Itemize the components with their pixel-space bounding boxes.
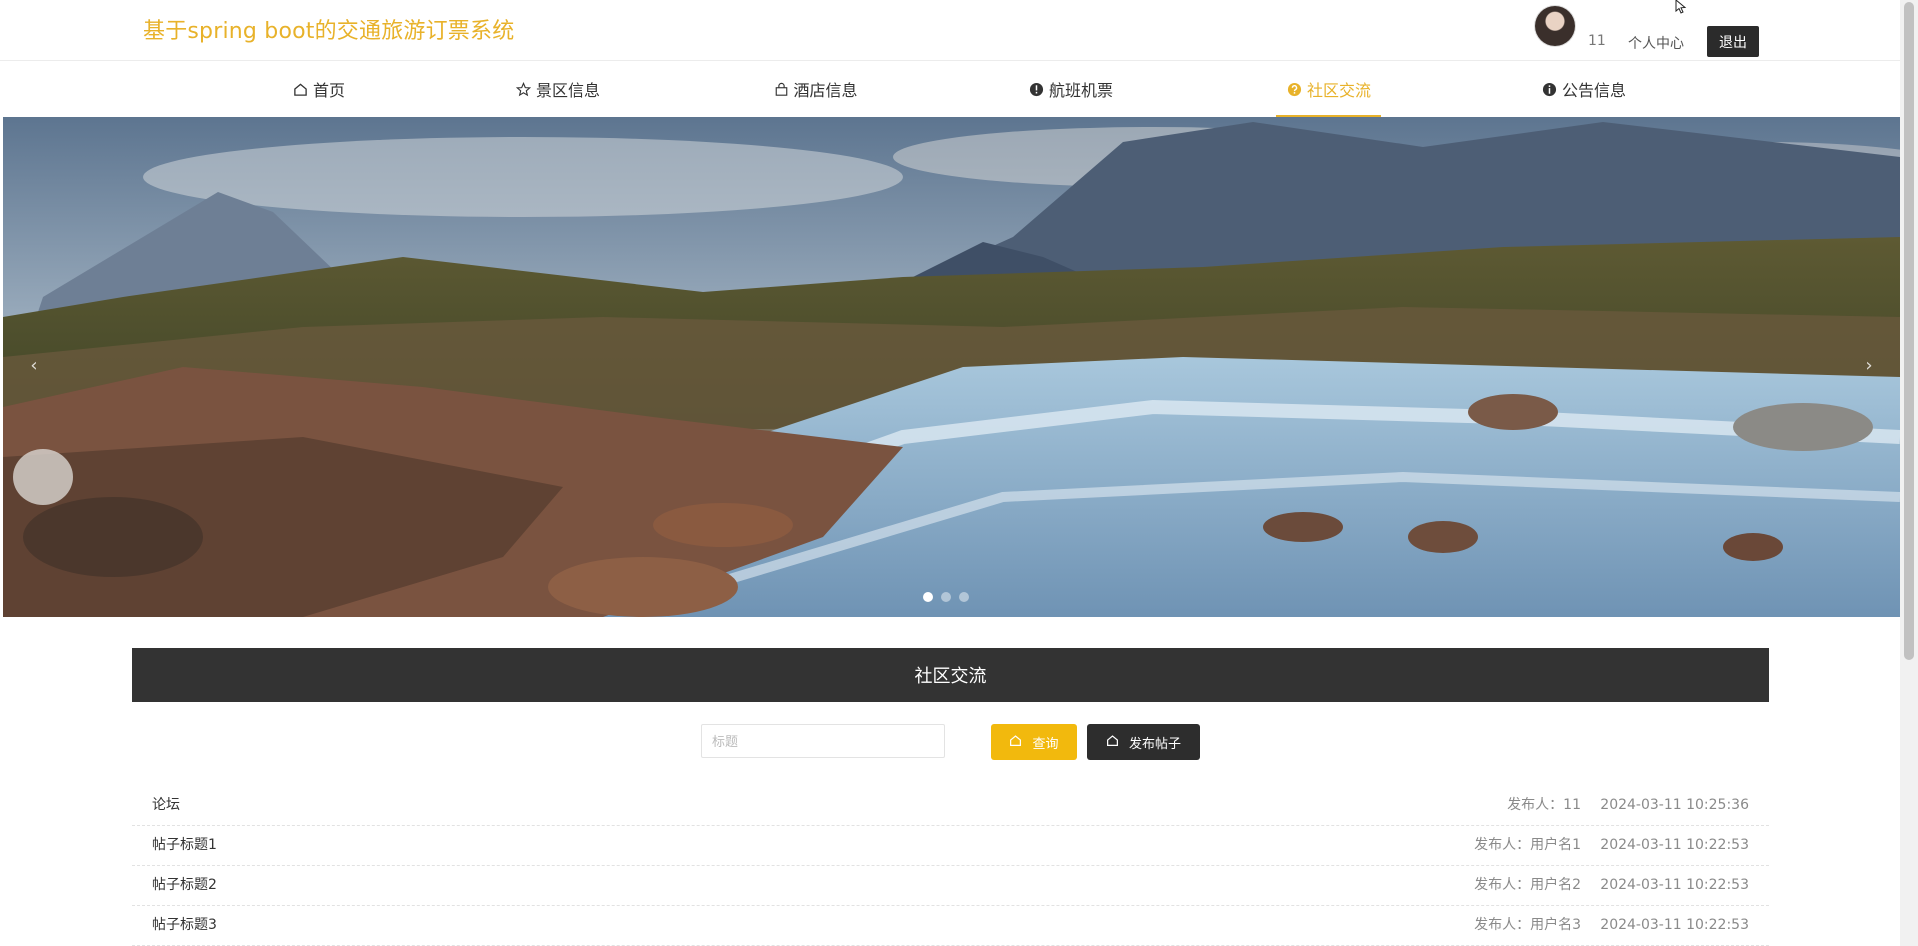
post-row[interactable]: 论坛 发布人：11 2024-03-11 10:25:36: [132, 786, 1769, 826]
nav-item-notice[interactable]: 公告信息: [1542, 61, 1626, 117]
home-icon: [1106, 734, 1119, 750]
home-icon: [293, 82, 308, 97]
nav-item-label: 公告信息: [1561, 81, 1627, 100]
banner-carousel[interactable]: ‹ ›: [3, 117, 1900, 617]
nav-item-label: 酒店信息: [793, 81, 858, 100]
post-author: 发布人：用户名2: [1474, 877, 1581, 893]
carousel-prev-arrow[interactable]: ‹: [22, 347, 46, 383]
post-time: 2024-03-11 10:25:36: [1600, 797, 1749, 813]
top-header: 基于spring boot的交通旅游订票系统 11 个人中心 退出: [0, 0, 1900, 61]
nav-item-label: 社区交流: [1306, 81, 1372, 100]
info-icon: [1542, 82, 1557, 97]
post-time: 2024-03-11 10:22:53: [1600, 917, 1749, 933]
post-author: 发布人：用户名1: [1474, 837, 1581, 853]
post-title[interactable]: 帖子标题2: [152, 866, 217, 905]
main-nav: 首页 景区信息 酒店信息 航班机票 社区交流 公告信息: [0, 61, 1900, 117]
search-button[interactable]: 查询: [991, 724, 1077, 760]
post-row[interactable]: 帖子标题1 发布人：用户名1 2024-03-11 10:22:53: [132, 826, 1769, 866]
mouse-cursor-icon: [1675, 0, 1687, 14]
logout-button[interactable]: 退出: [1707, 26, 1759, 57]
search-button-label: 查询: [1032, 735, 1059, 751]
section-title: 社区交流: [914, 666, 987, 687]
star-icon: [515, 81, 531, 97]
post-title[interactable]: 论坛: [152, 786, 180, 825]
home-icon: [1009, 734, 1022, 750]
scrollbar-thumb[interactable]: [1904, 2, 1914, 660]
carousel-dot-2[interactable]: [941, 592, 951, 602]
nav-item-home[interactable]: 首页: [293, 61, 345, 117]
post-list: 论坛 发布人：11 2024-03-11 10:25:36 帖子标题1 发布人：…: [132, 786, 1769, 946]
personal-center-link[interactable]: 个人中心: [1628, 33, 1684, 53]
title-search-input[interactable]: [701, 724, 945, 758]
question-icon: [1287, 82, 1302, 97]
nav-item-flight[interactable]: 航班机票: [1029, 61, 1113, 117]
post-time: 2024-03-11 10:22:53: [1600, 837, 1749, 853]
banner-landscape-image: [3, 117, 1900, 617]
nav-item-hotel[interactable]: 酒店信息: [774, 61, 858, 117]
carousel-indicators: [923, 592, 969, 602]
post-row[interactable]: 帖子标题2 发布人：用户名2 2024-03-11 10:22:53: [132, 866, 1769, 906]
user-name: 11: [1588, 33, 1606, 49]
nav-item-scenic[interactable]: 景区信息: [515, 61, 601, 117]
publish-post-button[interactable]: 发布帖子: [1087, 724, 1200, 760]
nav-item-label: 首页: [312, 81, 346, 100]
post-time: 2024-03-11 10:22:53: [1600, 877, 1749, 893]
bag-icon: [774, 82, 788, 97]
alert-icon: [1029, 82, 1044, 97]
post-row[interactable]: 帖子标题3 发布人：用户名3 2024-03-11 10:22:53: [132, 906, 1769, 946]
site-title[interactable]: 基于spring boot的交通旅游订票系统: [143, 13, 514, 45]
post-title[interactable]: 帖子标题3: [152, 906, 217, 945]
post-author: 发布人：用户名3: [1474, 917, 1581, 933]
nav-item-community[interactable]: 社区交流: [1275, 61, 1382, 117]
carousel-dot-1[interactable]: [923, 592, 933, 602]
carousel-dot-3[interactable]: [959, 592, 969, 602]
publish-post-label: 发布帖子: [1128, 735, 1181, 751]
nav-item-label: 航班机票: [1048, 81, 1114, 100]
nav-item-label: 景区信息: [535, 81, 601, 100]
section-title-bar: 社区交流: [132, 648, 1769, 702]
carousel-next-arrow[interactable]: ›: [1857, 347, 1881, 383]
post-author: 发布人：11: [1507, 797, 1581, 813]
page-scrollbar[interactable]: [1900, 0, 1918, 946]
post-title[interactable]: 帖子标题1: [152, 826, 217, 865]
user-avatar[interactable]: [1535, 6, 1575, 46]
